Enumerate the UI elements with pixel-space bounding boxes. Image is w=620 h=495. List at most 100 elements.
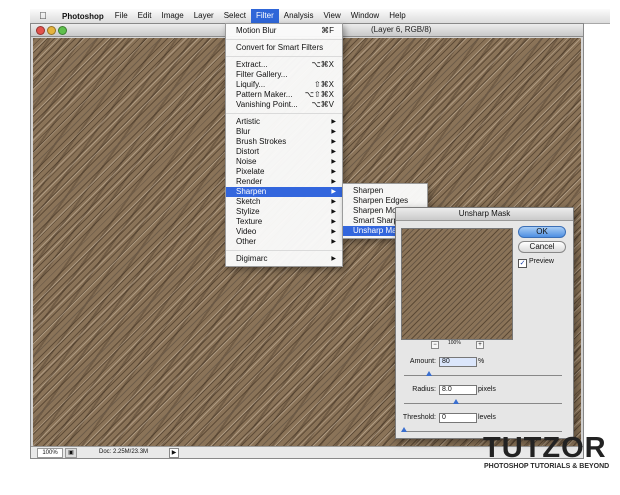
submenu-texture[interactable]: Texture ▶: [226, 217, 342, 227]
menu-item-label: Pixelate: [236, 167, 265, 176]
zoom-window-icon[interactable]: [58, 26, 67, 35]
threshold-unit: levels: [478, 414, 496, 421]
submenu-arrow-icon: ▶: [331, 169, 336, 175]
submenu-noise[interactable]: Noise ▶: [226, 157, 342, 167]
menu-item-extract[interactable]: Extract... ⌥⌘X: [226, 60, 342, 70]
submenu-arrow-icon: ▶: [331, 179, 336, 185]
amount-input[interactable]: 80: [439, 357, 477, 367]
menu-analysis[interactable]: Analysis: [279, 9, 319, 23]
menu-item-label: Sketch: [236, 197, 261, 206]
ok-button[interactable]: OK: [518, 226, 566, 238]
radius-input[interactable]: 8.0: [439, 385, 477, 395]
menu-image[interactable]: Image: [156, 9, 188, 23]
menu-item-shortcut: ⌘F: [321, 26, 334, 35]
submenu-stylize[interactable]: Stylize ▶: [226, 207, 342, 217]
screen-mode-icon[interactable]: ▣: [65, 448, 77, 458]
menu-item-shortcut: ⌥⌘X: [311, 60, 334, 69]
submenu-other[interactable]: Other ▶: [226, 237, 342, 247]
menu-item-convert-smart-filters[interactable]: Convert for Smart Filters: [226, 43, 342, 53]
menu-item-label: Distort: [236, 147, 260, 156]
submenu-digimarc[interactable]: Digimarc ▶: [226, 254, 342, 264]
menu-separator: [226, 56, 342, 57]
radius-slider-track[interactable]: [404, 403, 562, 404]
menu-item-label: Video: [236, 227, 257, 236]
submenu-artistic[interactable]: Artistic ▶: [226, 117, 342, 127]
menu-separator: [226, 113, 342, 114]
amount-unit: %: [478, 358, 485, 365]
submenu-sketch[interactable]: Sketch ▶: [226, 197, 342, 207]
menu-item-label: Motion Blur: [236, 26, 277, 35]
zoom-out-button[interactable]: −: [431, 341, 439, 349]
submenu-brush-strokes[interactable]: Brush Strokes ▶: [226, 137, 342, 147]
menu-separator: [226, 250, 342, 251]
menu-item-label: Artistic: [236, 117, 260, 126]
menu-item-shortcut: ⌥⌘V: [311, 100, 334, 109]
dialog-title[interactable]: Unsharp Mask: [396, 208, 573, 221]
apple-menu-icon[interactable]: : [30, 11, 56, 22]
menu-item-label: Sharpen: [236, 187, 267, 196]
submenu-arrow-icon: ▶: [331, 129, 336, 135]
menu-filter[interactable]: Filter: [250, 9, 279, 23]
submenu-arrow-icon: ▶: [331, 149, 336, 155]
submenu-arrow-icon: ▶: [331, 219, 336, 225]
watermark-logo: TUTZOR: [483, 432, 607, 464]
menu-window[interactable]: Window: [346, 9, 384, 23]
submenu-video[interactable]: Video ▶: [226, 227, 342, 237]
menu-item-label: Stylize: [236, 207, 260, 216]
menu-item-shortcut: ⇧⌘X: [313, 80, 334, 89]
amount-slider-thumb[interactable]: [426, 371, 433, 376]
submenu-arrow-icon: ▶: [331, 139, 336, 145]
menu-item-sharpen[interactable]: Sharpen: [343, 186, 427, 196]
menu-item-label: Noise: [236, 157, 257, 166]
menu-edit[interactable]: Edit: [133, 9, 157, 23]
radius-slider-thumb[interactable]: [453, 399, 460, 404]
menu-item-pattern-maker[interactable]: Pattern Maker... ⌥⇧⌘X: [226, 90, 342, 100]
submenu-arrow-icon: ▶: [331, 199, 336, 205]
menu-item-label: Blur: [236, 127, 251, 136]
menu-help[interactable]: Help: [384, 9, 410, 23]
menu-item-sharpen-edges[interactable]: Sharpen Edges: [343, 196, 427, 206]
menu-item-shortcut: ⌥⇧⌘X: [304, 90, 334, 99]
radius-label: Radius:: [412, 386, 436, 393]
app-menu[interactable]: Photoshop: [56, 12, 110, 21]
filter-preview[interactable]: [401, 228, 513, 340]
cancel-button[interactable]: Cancel: [518, 241, 566, 253]
menu-item-label: Extract...: [236, 60, 268, 69]
threshold-slider-thumb[interactable]: [401, 427, 407, 432]
status-menu-arrow-icon[interactable]: ▶: [169, 448, 179, 458]
submenu-blur[interactable]: Blur ▶: [226, 127, 342, 137]
preview-zoom-level: 100%: [448, 340, 461, 346]
menu-item-liquify[interactable]: Liquify... ⇧⌘X: [226, 80, 342, 90]
menu-item-label: Render: [236, 177, 263, 186]
radius-unit: pixels: [478, 386, 496, 393]
menu-file[interactable]: File: [110, 9, 133, 23]
filter-menu: Motion Blur ⌘F Convert for Smart Filters…: [225, 23, 343, 267]
zoom-in-button[interactable]: +: [476, 341, 484, 349]
close-window-icon[interactable]: [36, 26, 45, 35]
submenu-pixelate[interactable]: Pixelate ▶: [226, 167, 342, 177]
menu-select[interactable]: Select: [219, 9, 251, 23]
submenu-sharpen[interactable]: Sharpen ▶: [226, 187, 342, 197]
menu-item-label: Pattern Maker...: [236, 90, 293, 99]
threshold-input[interactable]: 0: [439, 413, 477, 423]
menu-item-label: Digimarc: [236, 254, 268, 263]
submenu-distort[interactable]: Distort ▶: [226, 147, 342, 157]
menu-item-filter-gallery[interactable]: Filter Gallery...: [226, 70, 342, 80]
menu-item-vanishing-point[interactable]: Vanishing Point... ⌥⌘V: [226, 100, 342, 110]
menu-item-label: Texture: [236, 217, 263, 226]
amount-label: Amount:: [409, 358, 436, 365]
watermark-tagline: PHOTOSHOP TUTORIALS & BEYOND: [484, 463, 610, 470]
minimize-window-icon[interactable]: [47, 26, 56, 35]
submenu-render[interactable]: Render ▶: [226, 177, 342, 187]
menu-view[interactable]: View: [319, 9, 346, 23]
menu-layer[interactable]: Layer: [189, 9, 219, 23]
preview-checkbox[interactable]: ✓: [518, 259, 527, 268]
menu-item-motion-blur[interactable]: Motion Blur ⌘F: [226, 26, 342, 36]
submenu-arrow-icon: ▶: [331, 119, 336, 125]
menu-item-label: Filter Gallery...: [236, 70, 288, 79]
submenu-arrow-icon: ▶: [331, 189, 336, 195]
preview-label: Preview: [529, 258, 554, 265]
document-title: (Layer 6, RGB/8): [371, 25, 432, 34]
zoom-level-field[interactable]: 100%: [37, 448, 63, 458]
menu-item-label: Brush Strokes: [236, 137, 287, 146]
